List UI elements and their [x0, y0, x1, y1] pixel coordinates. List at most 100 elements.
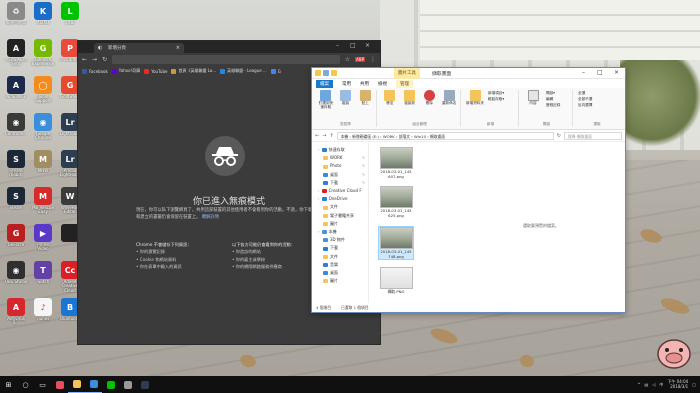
- omnibox[interactable]: [112, 55, 340, 64]
- desktop-icon[interactable]: ♻ 資源回收筒: [1, 2, 31, 25]
- desktop-icon[interactable]: ▶ Prime Video: [28, 224, 58, 252]
- extension-icon[interactable]: ABP: [355, 57, 365, 62]
- chevron-right-icon[interactable]: ›: [318, 228, 320, 236]
- properties-icon[interactable]: [323, 70, 329, 76]
- close-icon[interactable]: ×: [365, 42, 370, 49]
- nav-item[interactable]: 下載: [312, 244, 368, 252]
- nav-item[interactable]: 音樂: [312, 261, 368, 269]
- nav-item[interactable]: 圖片: [312, 220, 368, 228]
- desktop-icon[interactable]: A Antivirus S...: [1, 298, 31, 326]
- desktop-icon[interactable]: T Twitch: [28, 261, 58, 284]
- desktop-icon[interactable]: L LINE: [55, 2, 85, 25]
- chrome-titlebar[interactable]: ◐ 新增分頁 × – □ ×: [78, 41, 380, 53]
- file-item[interactable]: 2018-03-01_145 607.png: [378, 147, 414, 179]
- reload-icon[interactable]: ↻: [102, 56, 107, 63]
- maximize-icon[interactable]: □: [597, 69, 603, 76]
- nav-item[interactable]: › Creative Cloud F: [312, 187, 368, 195]
- desktop-icon[interactable]: ◉ OBS Studio: [1, 261, 31, 284]
- explorer-titlebar[interactable]: 圖片工具 擷取畫面 – □ ×: [312, 68, 625, 79]
- ribbon-tab[interactable]: 共用: [360, 81, 369, 87]
- up-icon[interactable]: ↑: [329, 133, 333, 139]
- address-path[interactable]: 本機 › 新增磁碟區 (E:) › WORK › 部落文 › Win10 › 擷…: [336, 131, 554, 140]
- bookmark-item[interactable]: G: [270, 68, 281, 74]
- taskbar-chrome-button[interactable]: [85, 376, 102, 393]
- desktop-icon[interactable]: ◯ Tools Support: [28, 76, 58, 104]
- nav-item[interactable]: › OneDrive: [312, 195, 368, 203]
- taskbar-app7-button[interactable]: [119, 376, 136, 393]
- nav-item[interactable]: 3D 物件: [312, 236, 368, 244]
- show-hidden-icons-icon[interactable]: ^: [637, 382, 640, 387]
- ribbon-tab[interactable]: 檢視: [378, 81, 387, 87]
- desktop-icon[interactable]: M MB Rescue Easy: [28, 187, 58, 215]
- nav-item[interactable]: Photo ✎: [312, 162, 368, 170]
- easy-access-button[interactable]: 輕鬆存取▾: [488, 96, 504, 102]
- minimize-icon[interactable]: –: [336, 42, 339, 49]
- forward-icon[interactable]: →: [322, 133, 326, 139]
- nav-item[interactable]: 文件: [312, 203, 368, 211]
- back-icon[interactable]: ←: [82, 56, 87, 63]
- notification-icon[interactable]: ▢: [692, 382, 696, 387]
- desktop-icon[interactable]: S Steam: [1, 187, 31, 210]
- desktop-icon[interactable]: A ASUS Aura Sync: [1, 39, 31, 67]
- file-item[interactable]: 擷取.PNG: [378, 267, 414, 295]
- taskbar-line-button[interactable]: [102, 376, 119, 393]
- bookmark-item[interactable]: Yahoo!奇摩: [111, 68, 140, 74]
- nav-item[interactable]: WORK ✎: [312, 154, 368, 162]
- bookmark-item[interactable]: Facebook: [82, 68, 108, 74]
- clock[interactable]: 下午 04:04 2018/3/1: [667, 379, 688, 390]
- taskbar-file-explorer-button[interactable]: [68, 376, 85, 393]
- desktop-icon[interactable]: ♪ iTunes: [28, 298, 58, 321]
- forward-icon[interactable]: →: [92, 56, 97, 63]
- back-icon[interactable]: ←: [315, 133, 319, 139]
- invert-selection-button[interactable]: 反向選擇: [578, 102, 592, 108]
- start-button[interactable]: ⊞: [0, 376, 17, 393]
- nav-item[interactable]: 下載 ✎: [312, 179, 368, 187]
- nav-item[interactable]: 圖片: [312, 277, 368, 285]
- close-icon[interactable]: ×: [614, 69, 619, 76]
- desktop-icon[interactable]: G GeForce: [1, 224, 31, 247]
- maximize-icon[interactable]: □: [350, 42, 356, 49]
- file-item[interactable]: 2018-03-01_145 748.png: [378, 225, 414, 261]
- chevron-right-icon[interactable]: ›: [318, 187, 320, 195]
- nav-item[interactable]: 文件: [312, 253, 368, 261]
- ribbon-tab[interactable]: 常用: [342, 81, 351, 87]
- bookmark-item[interactable]: 英雄聯盟 - League ...: [220, 68, 267, 74]
- desktop-icon[interactable]: G GeForce Experience: [28, 39, 58, 67]
- desktop-icon[interactable]: S Steam (64bit): [1, 150, 31, 178]
- tab-new-tab[interactable]: ◐ 新增分頁 ×: [94, 43, 184, 53]
- history-button[interactable]: 歷程記錄: [546, 102, 560, 108]
- learn-more-link[interactable]: 瞭解詳情: [202, 215, 219, 220]
- desktop-icon[interactable]: A AI Suite 3: [1, 76, 31, 99]
- folder-icon[interactable]: [315, 70, 321, 76]
- desktop-icon[interactable]: K XSIXO: [28, 2, 58, 25]
- chevron-right-icon[interactable]: ›: [318, 195, 320, 203]
- bookmark-item[interactable]: 首頁《英雄聯盟 Lo...: [171, 68, 216, 74]
- tab-close-icon[interactable]: ×: [176, 45, 180, 51]
- nav-item[interactable]: › 快速存取: [312, 146, 368, 154]
- nav-item[interactable]: › 本機: [312, 228, 368, 236]
- minimize-icon[interactable]: –: [582, 69, 585, 76]
- nav-item[interactable]: 桌面 ✎: [312, 171, 368, 179]
- ribbon-tab[interactable]: 管理: [396, 79, 413, 88]
- desktop-icon[interactable]: M MHW: [28, 150, 58, 173]
- ribbon-tab[interactable]: 檔案: [316, 79, 333, 88]
- nav-item[interactable]: 電子書籍共享: [312, 212, 368, 220]
- file-item[interactable]: 2018-03-01_145 625.png: [378, 186, 414, 218]
- taskbar-lightroom-button[interactable]: [136, 376, 153, 393]
- refresh-icon[interactable]: ↻: [557, 133, 561, 139]
- chevron-right-icon[interactable]: ›: [318, 146, 320, 154]
- taskbar-store-button[interactable]: [51, 376, 68, 393]
- ime-icon[interactable]: 中: [659, 382, 663, 388]
- star-icon[interactable]: ☆: [345, 56, 350, 63]
- desktop-icon[interactable]: ◉ Google Chrome: [28, 113, 58, 141]
- desktop-icon[interactable]: ◉ Controlle...: [1, 113, 31, 136]
- search-input[interactable]: 搜尋 擷取畫面: [564, 131, 622, 140]
- network-icon[interactable]: ▤: [645, 382, 649, 387]
- taskbar-task-view-button[interactable]: ▭: [34, 376, 51, 393]
- bookmark-item[interactable]: YouTube: [144, 68, 167, 74]
- taskbar-search-button[interactable]: ○: [17, 376, 34, 393]
- volume-icon[interactable]: ◁: [652, 382, 655, 387]
- new-folder-icon[interactable]: [331, 70, 337, 76]
- menu-icon[interactable]: ⋮: [370, 56, 376, 63]
- nav-item[interactable]: 桌面: [312, 269, 368, 277]
